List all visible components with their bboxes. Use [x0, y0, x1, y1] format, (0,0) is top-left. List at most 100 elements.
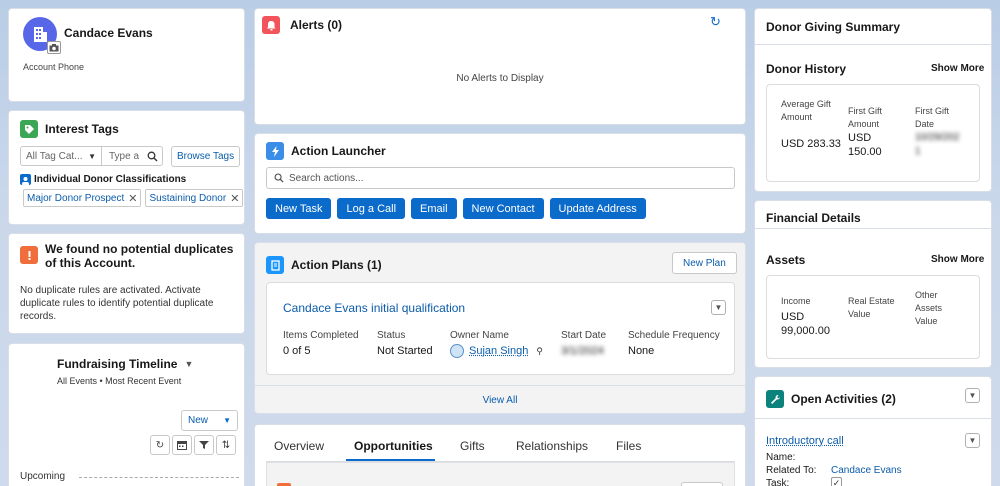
tag-group-label: Individual Donor Classifications [34, 174, 187, 185]
owner-link[interactable]: Sujan Singh [469, 345, 528, 357]
tag-pill[interactable]: Sustaining Donor ✕ [145, 189, 244, 207]
filter-icon[interactable] [194, 435, 214, 455]
browse-tags-button[interactable]: Browse Tags [171, 146, 241, 167]
avg-gift-label: Average Gift Amount [781, 99, 831, 122]
log-call-button[interactable]: Log a Call [337, 198, 406, 219]
status-label: Status [377, 330, 406, 341]
interest-tags-card: Interest Tags All Tag Cat... ▼ Type a Br… [8, 110, 245, 225]
first-date-label: First Gift Date [915, 106, 949, 129]
duplicates-title: We found no potential duplicates of this… [45, 242, 234, 270]
start-date-value: 3/1/2024 [561, 345, 604, 357]
financial-details-card: Financial Details Assets Show More Incom… [754, 200, 992, 368]
tag-pill[interactable]: Major Donor Prospect ✕ [23, 189, 142, 207]
tab-gifts[interactable]: Gifts [460, 439, 485, 453]
items-completed-label: Items Completed [283, 330, 359, 341]
user-switch-icon[interactable]: ⚲ [536, 346, 543, 357]
activity-related-link[interactable]: Candace Evans [831, 465, 902, 476]
new-plan-button[interactable]: New Plan [672, 252, 737, 274]
bell-icon [262, 16, 280, 34]
refresh-icon[interactable]: ↻ [150, 435, 170, 455]
account-header-card: Candace Evans Account Phone [8, 8, 245, 102]
action-plans-footer-divider [255, 385, 745, 386]
tab-overview[interactable]: Overview [274, 439, 324, 453]
tag-category-select[interactable]: All Tag Cat... ▼ [20, 146, 102, 166]
interest-tags-title: Interest Tags [45, 122, 119, 136]
avatar [450, 344, 464, 358]
action-launcher-card: Action Launcher Search actions... New Ta… [254, 133, 746, 234]
activity-name-label: Name: [766, 452, 796, 463]
upcoming-divider [79, 477, 239, 478]
upcoming-label: Upcoming [20, 471, 66, 482]
timeline-subtitle: All Events • Most Recent Event [57, 376, 182, 386]
action-plans-title: Action Plans (1) [291, 258, 382, 272]
search-icon [274, 173, 284, 183]
donor-giving-summary-card: Donor Giving Summary Donor History Show … [754, 8, 992, 192]
action-search-input[interactable]: Search actions... [266, 167, 735, 189]
activity-related-label: Related To: [766, 465, 817, 476]
record-tabs-card: Overview Opportunities Gifts Relationshi… [254, 424, 746, 486]
tab-files[interactable]: Files [616, 439, 641, 453]
calendar-icon[interactable] [172, 435, 192, 455]
email-button[interactable]: Email [411, 198, 457, 219]
action-search-placeholder: Search actions... [289, 172, 364, 184]
tag-pill-label: Major Donor Prospect [27, 192, 125, 204]
opportunities-panel [266, 462, 735, 486]
timeline-title: Fundraising Timeline [57, 357, 178, 371]
chevron-down-icon: ▼ [88, 151, 96, 161]
tab-opportunities[interactable]: Opportunities [354, 439, 433, 453]
giving-summary-title: Donor Giving Summary [766, 20, 901, 34]
sort-icon[interactable]: ⇅ [216, 435, 236, 455]
first-gift-value: USD 150.00 [848, 132, 882, 158]
new-contact-button[interactable]: New Contact [462, 198, 544, 219]
real-estate-label: Real Estate Value [848, 296, 895, 319]
task-checkbox[interactable]: ✓ [831, 477, 842, 486]
chevron-down-icon: ▼ [223, 416, 231, 425]
building-icon [34, 27, 47, 42]
account-name: Candace Evans [64, 26, 153, 40]
owner-label: Owner Name [450, 330, 509, 341]
chevron-down-icon[interactable]: ▼ [965, 433, 980, 448]
opportunities-action-button[interactable] [681, 482, 723, 486]
timeline-new-button[interactable]: New ▼ [181, 410, 238, 431]
donor-history-show-more[interactable]: Show More [931, 63, 984, 74]
alerts-title: Alerts (0) [290, 18, 343, 32]
duplicate-warning-icon [20, 246, 38, 264]
refresh-icon[interactable]: ↻ [710, 14, 721, 30]
open-activities-title: Open Activities (2) [791, 392, 896, 406]
timeline-new-label: New [188, 415, 209, 426]
action-plan-link[interactable]: Candace Evans initial qualification [283, 301, 465, 315]
tab-relationships[interactable]: Relationships [516, 439, 588, 453]
duplicates-card: We found no potential duplicates of this… [8, 233, 245, 334]
chevron-down-icon[interactable]: ▼ [711, 300, 726, 315]
financial-divider [755, 228, 991, 229]
assets-show-more[interactable]: Show More [931, 254, 984, 265]
close-icon[interactable]: ✕ [230, 192, 239, 205]
alerts-card: Alerts (0) ↻ No Alerts to Display [254, 8, 746, 125]
tag-icon [20, 120, 38, 138]
lightning-icon [266, 142, 284, 160]
assets-box: Income USD 99,000.00 Real Estate Value O… [766, 275, 980, 359]
search-icon [147, 151, 158, 161]
other-assets-label: Other Assets Value [915, 290, 943, 326]
activity-link[interactable]: Introductory call [766, 435, 844, 447]
account-phone-label: Account Phone [23, 62, 85, 72]
update-address-button[interactable]: Update Address [549, 198, 646, 219]
new-task-button[interactable]: New Task [266, 198, 332, 219]
tag-search-input[interactable]: Type a [101, 146, 163, 166]
tag-pill-label: Sustaining Donor [149, 192, 227, 204]
camera-icon[interactable] [47, 41, 61, 54]
avg-gift-value: USD 283.33 [781, 138, 841, 150]
alerts-empty-text: No Alerts to Display [456, 73, 544, 84]
assets-title: Assets [766, 253, 806, 267]
chevron-down-icon[interactable]: ▼ [184, 359, 193, 369]
view-all-link[interactable]: View All [255, 395, 745, 406]
items-completed-value: 0 of 5 [283, 345, 311, 357]
donor-history-box: Average Gift Amount USD 283.33 First Gif… [766, 84, 980, 182]
chevron-down-icon[interactable]: ▼ [965, 388, 980, 403]
giving-summary-divider [755, 44, 991, 45]
tag-search-placeholder: Type a [109, 150, 140, 162]
action-plans-card: Action Plans (1) New Plan Candace Evans … [254, 242, 746, 414]
person-icon [20, 174, 31, 185]
close-icon[interactable]: ✕ [128, 192, 137, 205]
schedule-frequency-label: Schedule Frequency [628, 330, 720, 341]
